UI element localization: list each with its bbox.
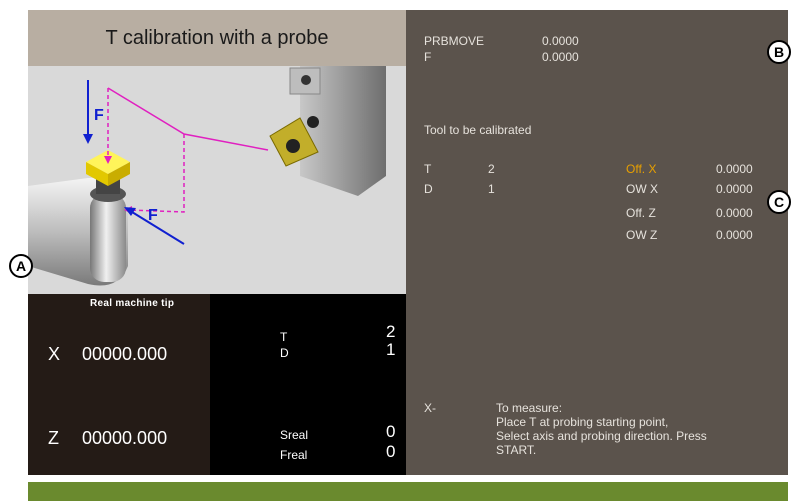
wear-z-value: 0.0000 bbox=[716, 228, 753, 242]
tool-d-label: D bbox=[424, 182, 433, 196]
probe-illustration: F F bbox=[28, 66, 406, 294]
message-axis: X- bbox=[424, 401, 436, 415]
machine-tip-panel: Real machine tip X 00000.000 Z 00000.000 bbox=[28, 294, 210, 475]
feed-arrowhead-down bbox=[83, 134, 93, 144]
callout-marker-b: B bbox=[767, 40, 791, 64]
holder-screw bbox=[307, 116, 319, 128]
freal-value: 0 bbox=[386, 442, 396, 461]
offset-x-value: 0.0000 bbox=[716, 162, 753, 176]
holder-bolt bbox=[301, 75, 311, 85]
wear-x-value: 0.0000 bbox=[716, 182, 753, 196]
sreal-value: 0 bbox=[386, 422, 396, 441]
tool-d-value: 1 bbox=[488, 182, 495, 196]
prbmove-value: 0.0000 bbox=[542, 34, 579, 48]
wear-z-label: OW Z bbox=[626, 228, 658, 242]
message-line-3: Select axis and probing direction. Press bbox=[496, 429, 707, 443]
offset-z-label: Off. Z bbox=[626, 206, 656, 220]
t-label: T bbox=[280, 330, 288, 344]
x-axis-label: X bbox=[48, 344, 61, 364]
z-axis-value: 00000.000 bbox=[82, 428, 168, 448]
d-value: 1 bbox=[386, 340, 396, 359]
message-line-2: Place T at probing starting point, bbox=[496, 415, 669, 429]
callout-marker-a: A bbox=[9, 254, 33, 278]
feed-label-bottom: F bbox=[148, 207, 158, 224]
message-text: To measure: Place T at probing starting … bbox=[496, 401, 776, 457]
feed-label-top: F bbox=[94, 107, 104, 124]
z-axis-label: Z bbox=[48, 428, 59, 448]
softkey-bar[interactable] bbox=[28, 482, 788, 501]
machine-tip-heading: Real machine tip bbox=[90, 298, 175, 309]
wear-x-label: OW X bbox=[626, 182, 658, 196]
offset-x-label: Off. X bbox=[626, 162, 657, 176]
t-value: 2 bbox=[386, 322, 396, 341]
callout-marker-c: C bbox=[767, 190, 791, 214]
probe-diagram: F F bbox=[28, 66, 386, 286]
d-label: D bbox=[280, 346, 289, 360]
sreal-label: Sreal bbox=[280, 428, 309, 442]
message-line-1: To measure: bbox=[496, 401, 563, 415]
message-line-4: START. bbox=[496, 443, 537, 457]
screen-title-bar: T calibration with a probe bbox=[28, 10, 406, 66]
probing-path-upper bbox=[107, 87, 269, 151]
prbmove-label: PRBMOVE bbox=[424, 34, 485, 48]
screen-title: T calibration with a probe bbox=[105, 26, 329, 49]
tool-t-value: 2 bbox=[488, 162, 495, 176]
freal-label: Freal bbox=[280, 448, 308, 462]
tool-t-label: T bbox=[424, 162, 432, 176]
probing-path-lower bbox=[127, 134, 185, 213]
tool-heading: Tool to be calibrated bbox=[424, 123, 532, 137]
tool-status-panel: T 2 D 1 Sreal 0 Freal 0 bbox=[210, 294, 406, 475]
feed-value: 0.0000 bbox=[542, 50, 579, 64]
x-axis-value: 00000.000 bbox=[82, 344, 168, 364]
feed-arrow-diagonal bbox=[131, 211, 185, 245]
feed-label: F bbox=[424, 50, 432, 64]
insert-screw bbox=[286, 139, 300, 153]
offset-z-value: 0.0000 bbox=[716, 206, 753, 220]
parameters-panel: PRBMOVE 0.0000 F 0.0000 Tool to be calib… bbox=[406, 10, 788, 475]
probe-shank bbox=[90, 194, 126, 282]
